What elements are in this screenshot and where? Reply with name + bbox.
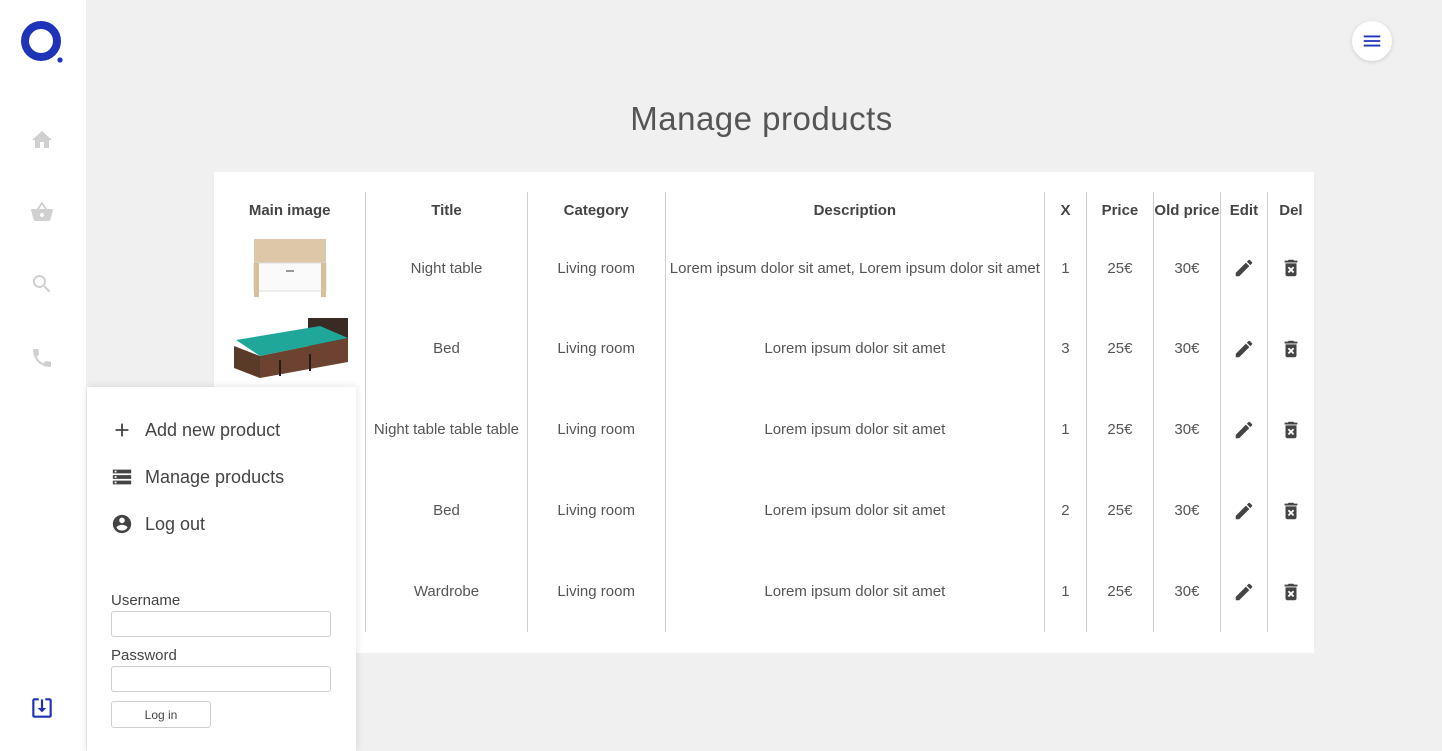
product-title: Bed: [365, 308, 528, 389]
table-row: Night table Living room Lorem ipsum dolo…: [214, 228, 1314, 308]
column-header: Main image: [248, 201, 331, 219]
account-circle-icon: [112, 514, 132, 534]
delete-trash-icon[interactable]: [1280, 257, 1302, 279]
table-header-row: Main image Title Category Description X …: [214, 192, 1314, 228]
table-row: Bed Living room Lorem ipsum dolor sit am…: [214, 470, 1314, 551]
product-category: Living room: [526, 228, 666, 308]
product-category: Living room: [526, 308, 666, 389]
product-old-price: 30€: [1152, 551, 1221, 632]
product-qty: 1: [1043, 551, 1087, 632]
product-title: Night table: [365, 228, 528, 308]
hamburger-icon: [1363, 35, 1381, 47]
login-button[interactable]: Log in: [111, 701, 211, 728]
page-title: Manage products: [630, 100, 893, 137]
edit-pencil-icon[interactable]: [1233, 581, 1255, 603]
edit-pencil-icon[interactable]: [1233, 338, 1255, 360]
delete-trash-icon[interactable]: [1280, 419, 1302, 441]
product-description: Lorem ipsum dolor sit amet: [664, 389, 1045, 470]
product-qty: 3: [1043, 308, 1087, 389]
product-category: Living room: [526, 470, 666, 551]
delete-trash-icon[interactable]: [1280, 500, 1302, 522]
column-header: Del: [1266, 192, 1314, 228]
delete-cell: [1266, 470, 1314, 551]
column-header: Old price: [1152, 192, 1221, 228]
column-header: Description: [664, 192, 1045, 228]
delete-cell: [1266, 389, 1314, 470]
menu-item-add-product[interactable]: Add new product: [111, 419, 280, 441]
username-field[interactable]: [111, 611, 331, 637]
product-price: 25€: [1086, 470, 1154, 551]
delete-cell: [1266, 308, 1314, 389]
column-header: Price: [1086, 192, 1154, 228]
table-row: Night table table table Living room Lore…: [214, 389, 1314, 470]
product-qty: 1: [1043, 228, 1087, 308]
product-price: 25€: [1086, 389, 1154, 470]
delete-trash-icon[interactable]: [1280, 338, 1302, 360]
edit-cell: [1220, 308, 1268, 389]
product-description: Lorem ipsum dolor sit amet, Lorem ipsum …: [664, 228, 1045, 308]
phone-icon[interactable]: [30, 346, 54, 370]
product-price: 25€: [1086, 308, 1154, 389]
delete-cell: [1266, 228, 1314, 308]
column-header: Category: [526, 192, 666, 228]
menu-item-label: Add new product: [145, 419, 281, 440]
product-description: Lorem ipsum dolor sit amet: [664, 470, 1045, 551]
delete-trash-icon[interactable]: [1280, 581, 1302, 603]
edit-pencil-icon[interactable]: [1233, 257, 1255, 279]
logo-icon[interactable]: [20, 20, 64, 64]
edit-pencil-icon[interactable]: [1233, 500, 1255, 522]
menu-item-manage-products[interactable]: Manage products: [111, 466, 284, 488]
edit-cell: [1220, 228, 1268, 308]
product-old-price: 30€: [1152, 228, 1221, 308]
product-qty: 1: [1043, 389, 1087, 470]
product-qty: 2: [1043, 470, 1087, 551]
username-label: Username: [111, 592, 181, 609]
product-description: Lorem ipsum dolor sit amet: [664, 308, 1045, 389]
password-field[interactable]: [111, 666, 331, 692]
list-icon: [112, 469, 132, 485]
edit-cell: [1220, 389, 1268, 470]
product-old-price: 30€: [1152, 389, 1221, 470]
delete-cell: [1266, 551, 1314, 632]
admin-popup-menu: Add new product Manage products Log out …: [87, 387, 356, 751]
product-price: 25€: [1086, 551, 1154, 632]
edit-pencil-icon[interactable]: [1233, 419, 1255, 441]
product-image-cell: [214, 308, 366, 389]
product-image-cell: [214, 228, 366, 308]
product-title: Wardrobe: [365, 551, 528, 632]
products-table-card: Main image Title Category Description X …: [214, 172, 1314, 653]
edit-cell: [1220, 551, 1268, 632]
password-label: Password: [111, 647, 177, 664]
search-icon[interactable]: [30, 272, 54, 296]
plus-icon: [115, 423, 129, 437]
menu-item-log-out[interactable]: Log out: [111, 513, 205, 535]
product-old-price: 30€: [1152, 470, 1221, 551]
product-title: Night table table table: [365, 389, 528, 470]
menu-item-label: Log out: [145, 513, 206, 534]
product-category: Living room: [526, 389, 666, 470]
column-header: Title: [365, 192, 528, 228]
product-old-price: 30€: [1152, 308, 1221, 389]
product-title: Bed: [365, 470, 528, 551]
edit-cell: [1220, 470, 1268, 551]
table-row: Wardrobe Living room Lorem ipsum dolor s…: [214, 551, 1314, 632]
product-price: 25€: [1086, 228, 1154, 308]
products-table: Main image Title Category Description X …: [214, 192, 1314, 632]
night-table-image: [253, 239, 327, 297]
product-description: Lorem ipsum dolor sit amet: [664, 551, 1045, 632]
column-header: X: [1043, 192, 1087, 228]
column-header: Edit: [1220, 192, 1268, 228]
product-category: Living room: [526, 551, 666, 632]
hamburger-menu-button[interactable]: [1352, 21, 1392, 61]
download-box-icon[interactable]: [29, 695, 55, 721]
bed-image: [233, 317, 348, 378]
table-row: Bed Living room Lorem ipsum dolor sit am…: [214, 308, 1314, 389]
basket-icon[interactable]: [30, 200, 54, 224]
menu-item-label: Manage products: [145, 466, 285, 487]
